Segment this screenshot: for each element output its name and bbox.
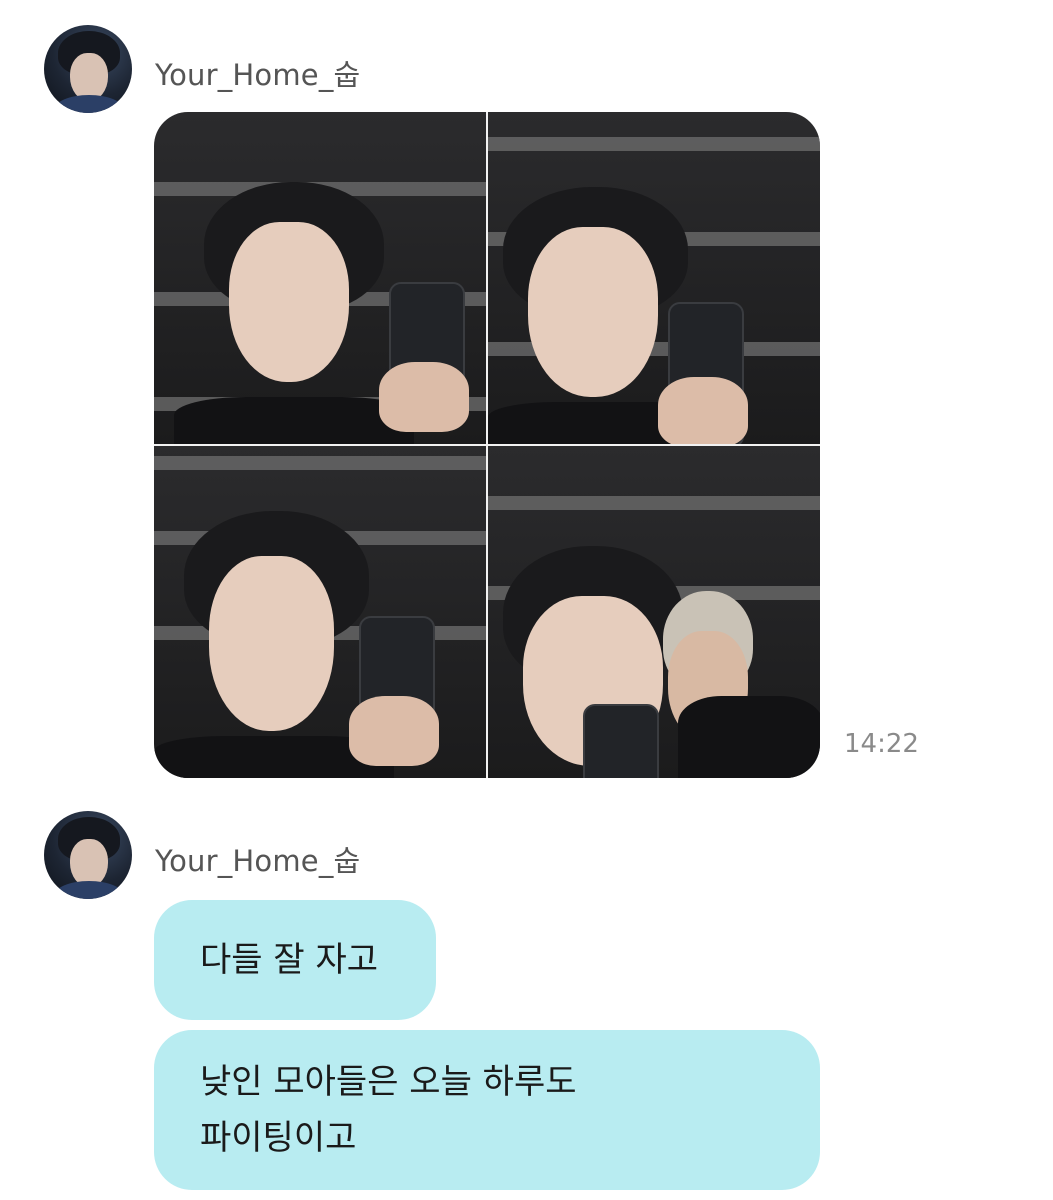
photo-3[interactable] [154,446,486,778]
sender-name: Your_Home_숩 [155,58,361,92]
photo-2[interactable] [488,112,820,444]
message-bubble[interactable]: 다들 잘 자고 [154,900,436,1020]
sender-avatar[interactable] [44,811,132,899]
message-timestamp: 14:22 [844,729,919,759]
message-text-line: 파이팅이고 [200,1118,357,1158]
photo-grid[interactable] [154,112,820,778]
sender-avatar[interactable] [44,25,132,113]
photo-4[interactable] [488,446,820,778]
message-text-line: 낮인 모아들은 오늘 하루도 [200,1062,577,1102]
photo-1[interactable] [154,112,486,444]
sender-name: Your_Home_숩 [155,844,361,878]
message-text: 다들 잘 자고 [200,940,379,980]
message-bubble[interactable]: 낮인 모아들은 오늘 하루도 파이팅이고 [154,1030,820,1190]
